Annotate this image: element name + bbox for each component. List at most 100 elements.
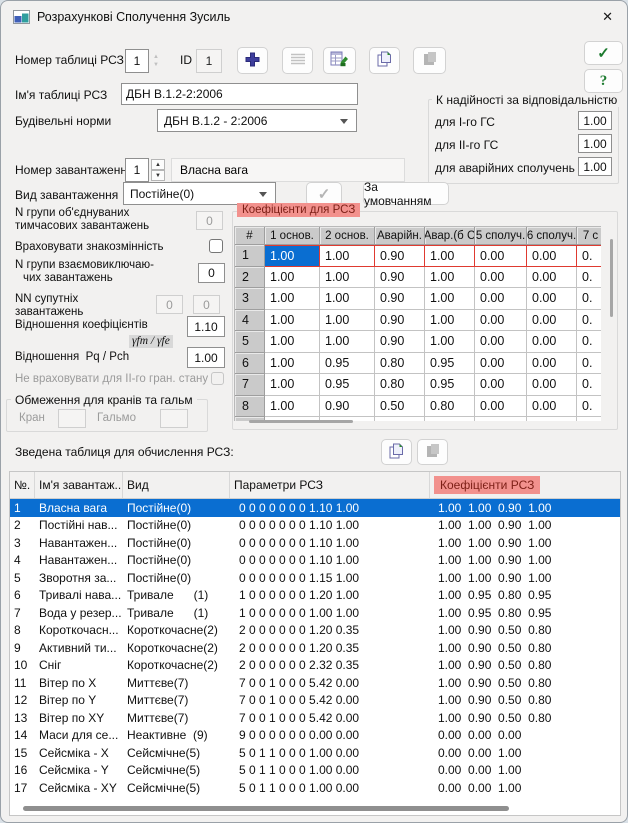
coeff-cell[interactable]: 1.00 (320, 267, 375, 289)
reliability-field-2[interactable]: 1.00 (578, 134, 612, 153)
coeff-cell[interactable]: 1.00 (265, 267, 320, 289)
summary-row[interactable]: 17Сейсміка - XYСейсмічне(5)5 0 1 1 0 0 0… (10, 779, 620, 797)
reliability-field-1[interactable]: 1.00 (578, 111, 612, 130)
coeff-cell[interactable]: 1.00 (425, 288, 475, 310)
coeff-cell[interactable]: 0. (577, 353, 601, 375)
coeff-cell[interactable]: 0. (577, 245, 601, 267)
coeff-cell[interactable]: 0.00 (475, 245, 527, 267)
coeff-row-number[interactable]: 8 (235, 396, 265, 418)
coeff-cell[interactable]: 1.00 (425, 267, 475, 289)
table-number-input[interactable]: 1 (125, 49, 149, 73)
add-table-button[interactable] (237, 47, 268, 74)
coeff-cell[interactable]: 0.00 (475, 353, 527, 375)
close-icon[interactable]: ✕ (602, 9, 613, 25)
coeff-table-hscrollbar-thumb[interactable] (249, 420, 353, 423)
load-number-stepper[interactable]: ▲ ▼ (150, 158, 166, 182)
coeff-row-number[interactable]: 6 (235, 353, 265, 375)
coeff-cell[interactable]: 0. (577, 374, 601, 396)
summary-row[interactable]: 1Власна вагаПостійне(0)0 0 0 0 0 0 0 1.1… (10, 499, 620, 517)
coeff-cell[interactable]: 0.90 (375, 288, 425, 310)
coeff-cell[interactable]: 1.00 (320, 245, 375, 267)
summary-row[interactable]: 10СнігКороткочасне(2)2 0 0 0 0 0 0 2.32 … (10, 657, 620, 675)
coeff-cell[interactable]: 0. (577, 396, 601, 418)
coeff-cell[interactable]: 1.00 (265, 245, 320, 267)
coeff-cell[interactable]: 0.80 (425, 417, 475, 421)
coeff-cell[interactable]: 1.00 (320, 331, 375, 353)
load-number-input[interactable]: 1 (125, 158, 149, 182)
help-button[interactable]: ? (584, 69, 623, 93)
coeff-cell[interactable]: 0.90 (375, 310, 425, 332)
spin-down-icon[interactable]: ▼ (153, 61, 159, 69)
coeff-cell[interactable]: 0.00 (527, 417, 577, 421)
coeff-cell[interactable]: 1.00 (265, 288, 320, 310)
coeff-cell[interactable]: 0. (577, 417, 601, 421)
coeff-cell[interactable]: 1.00 (425, 331, 475, 353)
sign-alternating-checkbox[interactable] (209, 239, 223, 253)
coeff-row-number[interactable]: 1 (235, 245, 265, 267)
coeff-cell[interactable]: 0.95 (425, 374, 475, 396)
coeff-cell[interactable]: 1.00 (425, 245, 475, 267)
format-table-button[interactable] (323, 47, 356, 74)
coeff-cell[interactable]: 0.80 (375, 353, 425, 375)
table-name-input[interactable]: ДБН В.1.2-2:2006 (121, 83, 358, 105)
summary-row[interactable]: 16Сейсміка - YСейсмічне(5)5 0 1 1 0 0 0 … (10, 762, 620, 780)
summary-row[interactable]: 2Постійні нав...Постійне(0)0 0 0 0 0 0 0… (10, 517, 620, 535)
coeff-cell[interactable]: 0.90 (375, 331, 425, 353)
spin-up-icon[interactable]: ▲ (153, 53, 159, 61)
ok-button[interactable]: ✓ (584, 41, 623, 65)
coeff-cell[interactable]: 1.00 (425, 310, 475, 332)
coeff-cell[interactable]: 0.90 (375, 267, 425, 289)
coeff-cell[interactable]: 0.00 (527, 245, 577, 267)
default-button[interactable]: За умовчанням (363, 182, 449, 205)
coeff-cell[interactable]: 0.00 (527, 374, 577, 396)
coeff-cell[interactable]: 0. (577, 331, 601, 353)
coeff-row-number[interactable]: 2 (235, 267, 265, 289)
coeff-cell[interactable]: 0.00 (527, 353, 577, 375)
summary-row[interactable]: 7Вода у резер...Тривале (1)1 0 0 0 0 0 0… (10, 604, 620, 622)
summary-row[interactable]: 8Короткочасн...Короткочасне(2)2 0 0 0 0 … (10, 622, 620, 640)
reliability-field-3[interactable]: 1.00 (578, 157, 612, 176)
coeff-cell[interactable]: 0.00 (527, 396, 577, 418)
summary-row[interactable]: 9Активний ти...Короткочасне(2)2 0 0 0 0 … (10, 639, 620, 657)
coeff-row-number[interactable]: 5 (235, 331, 265, 353)
summary-col-params[interactable]: Параметри РСЗ (230, 472, 430, 498)
coeff-cell[interactable]: 0.00 (475, 417, 527, 421)
coeff-cell[interactable]: 1.00 (265, 331, 320, 353)
summary-col-number[interactable]: №. (10, 472, 35, 498)
copy-summary-button[interactable] (381, 439, 412, 465)
coeff-cell[interactable]: 1.00 (265, 396, 320, 418)
coeff-cell[interactable]: 1.00 (320, 310, 375, 332)
coeff-row-number[interactable]: 4 (235, 310, 265, 332)
pq-pch-field[interactable]: 1.00 (187, 347, 225, 368)
spin-down-icon[interactable]: ▼ (151, 170, 165, 181)
table-number-stepper[interactable]: ▲ ▼ (149, 49, 163, 73)
coeff-cell[interactable]: 0.00 (527, 288, 577, 310)
coeff-cell[interactable]: 1.00 (320, 288, 375, 310)
coeff-cell[interactable]: 0. (577, 267, 601, 289)
summary-row[interactable]: 15Сейсміка - XСейсмічне(5)5 0 1 1 0 0 0 … (10, 744, 620, 762)
load-kind-select[interactable]: Постійне(0) (123, 182, 276, 205)
coeff-cell[interactable]: 0.00 (475, 396, 527, 418)
coeff-cell[interactable]: 0.90 (375, 245, 425, 267)
copy-table-button[interactable] (369, 47, 400, 74)
coeff-cell[interactable]: 0.00 (527, 267, 577, 289)
coeff-cell[interactable]: 0.50 (375, 396, 425, 418)
summary-col-coeffs[interactable]: Коефіцієнти РСЗ (430, 472, 620, 498)
mutual-groups-field[interactable]: 0 (198, 263, 225, 283)
summary-row[interactable]: 12Вітер по YМиттєве(7)7 0 0 1 0 0 0 5.42… (10, 692, 620, 710)
summary-row[interactable]: 13Вітер по XYМиттєве(7)7 0 0 1 0 0 0 5.4… (10, 709, 620, 727)
coeff-cell[interactable]: 0. (577, 310, 601, 332)
coeff-cell[interactable]: 0. (577, 288, 601, 310)
coeff-row-number[interactable]: 3 (235, 288, 265, 310)
coeff-cell[interactable]: 0.00 (527, 310, 577, 332)
coeff-cell[interactable]: 0.00 (475, 288, 527, 310)
coeff-cell[interactable]: 0.00 (475, 374, 527, 396)
summary-col-name[interactable]: Ім'я завантаж... (35, 472, 123, 498)
coeff-cell[interactable]: 0.00 (475, 267, 527, 289)
coeff-cell[interactable]: 0.00 (475, 331, 527, 353)
coeff-cell[interactable]: 1.00 (265, 310, 320, 332)
spin-up-icon[interactable]: ▲ (151, 159, 165, 170)
coeff-cell[interactable]: 0.95 (320, 353, 375, 375)
coeff-cell[interactable]: 0.80 (425, 396, 475, 418)
coeff-cell[interactable]: 0.50 (375, 417, 425, 421)
